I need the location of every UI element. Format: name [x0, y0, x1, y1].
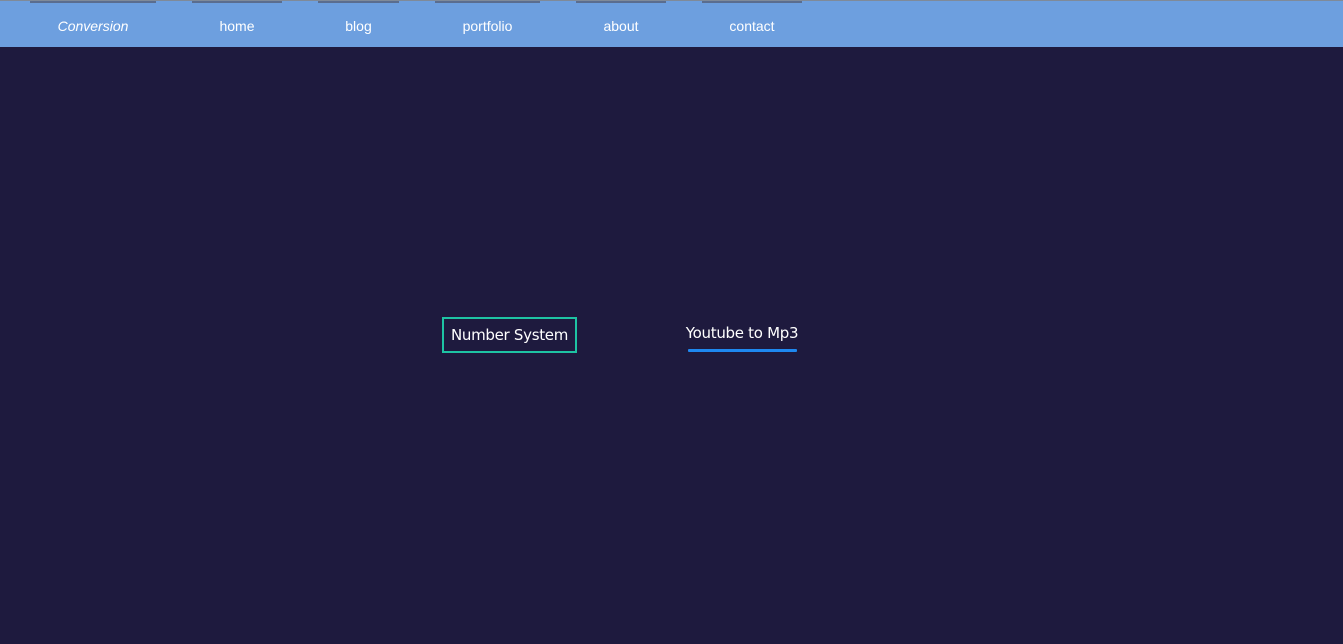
nav-item-about[interactable]: about: [576, 1, 666, 47]
brand-link[interactable]: Conversion: [30, 1, 156, 47]
youtube-to-mp3-option[interactable]: Youtube to Mp3: [680, 317, 804, 353]
number-system-option[interactable]: Number System: [442, 317, 577, 353]
nav-item-contact[interactable]: contact: [702, 1, 802, 47]
nav-item-blog[interactable]: blog: [318, 1, 399, 47]
nav-item-home[interactable]: home: [192, 1, 282, 47]
active-underline: [688, 349, 797, 352]
nav-item-portfolio[interactable]: portfolio: [435, 1, 540, 47]
top-navbar: Conversion home blog portfolio about con…: [0, 0, 1343, 47]
